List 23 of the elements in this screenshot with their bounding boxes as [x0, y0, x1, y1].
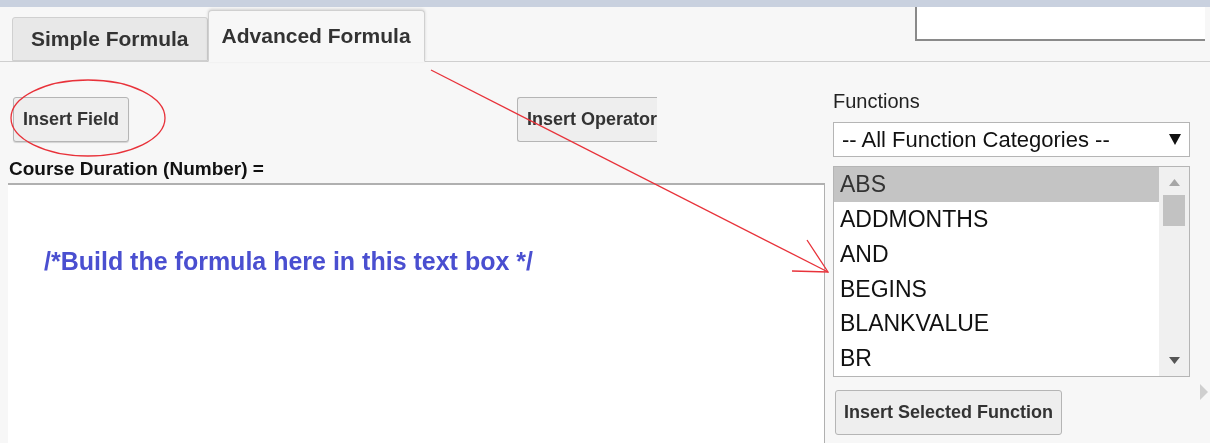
- function-item[interactable]: AND: [834, 236, 1159, 272]
- tab[interactable]: Advanced Formula: [207, 10, 425, 62]
- category-dropdown[interactable]: -- All Function Categories --: [833, 122, 1190, 157]
- function-item[interactable]: ADDMONTHS: [834, 201, 1159, 237]
- insert-function-button[interactable]: Insert Selected Function: [835, 390, 1063, 435]
- insert-field-button[interactable]: Insert Field: [13, 97, 130, 142]
- expand-arrow-icon[interactable]: [1200, 384, 1208, 400]
- tab[interactable]: Simple Formula: [12, 17, 208, 61]
- function-list[interactable]: ABS ADDMONTHS AND BEGINS BLANKVALUE BR: [833, 166, 1190, 377]
- text-field[interactable]: [915, 7, 1205, 41]
- field-label: Course Duration (Number) =: [9, 158, 265, 180]
- scroll-up-icon[interactable]: [1168, 179, 1180, 186]
- scroll-down-icon[interactable]: [1168, 357, 1180, 364]
- scrollbar-thumb[interactable]: [1163, 195, 1185, 226]
- function-item[interactable]: ABS: [834, 167, 1159, 202]
- scrollbar[interactable]: [1159, 167, 1189, 376]
- caret-icon: [1169, 134, 1181, 145]
- insert-operator-button[interactable]: Insert Operator: [517, 97, 658, 142]
- function-item[interactable]: BR: [834, 341, 1159, 376]
- functions-label: Functions: [833, 90, 921, 112]
- formula-editor-field[interactable]: /*Build the formula here in this text box */: [8, 183, 825, 443]
- function-item[interactable]: BLANKVALUE: [834, 306, 1159, 342]
- function-item[interactable]: BEGINS: [834, 271, 1159, 307]
